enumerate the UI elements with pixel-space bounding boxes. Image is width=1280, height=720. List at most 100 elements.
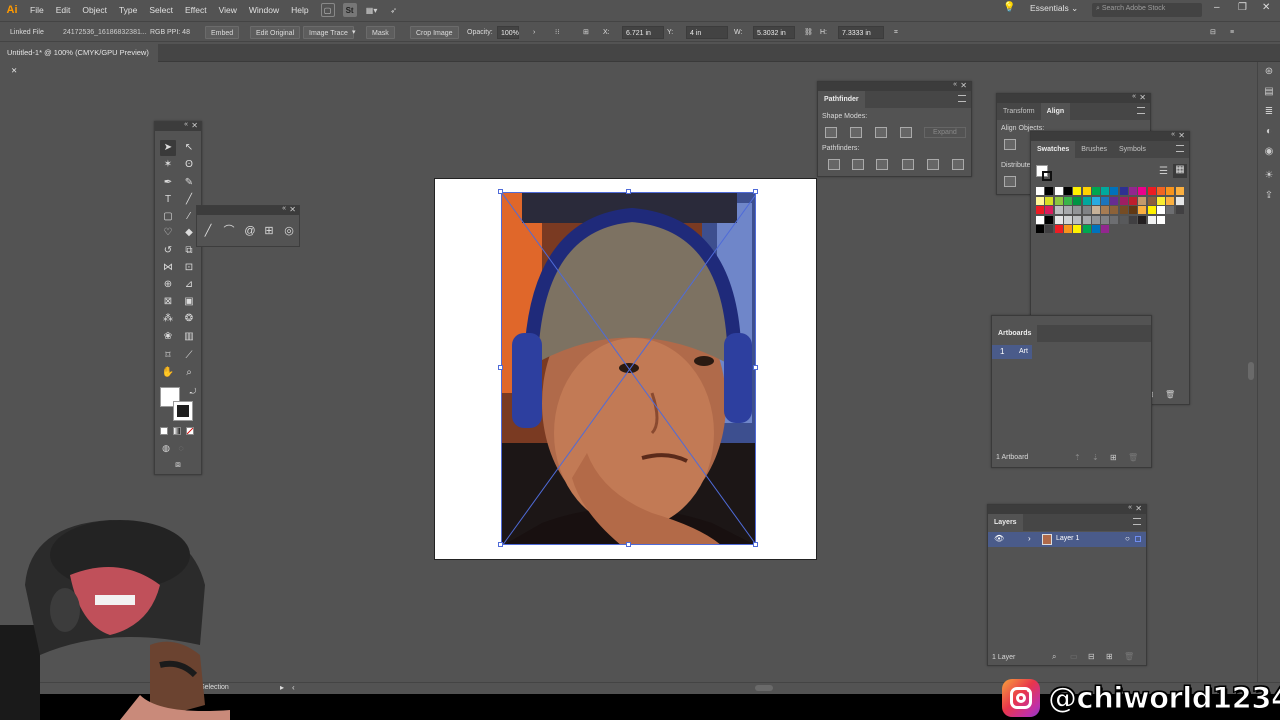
line-tool-icon[interactable]: ╱	[181, 192, 197, 208]
swatch[interactable]	[1119, 206, 1128, 214]
make-clipping-mask-icon[interactable]: ▭	[1070, 652, 1078, 661]
gradient-tool-icon[interactable]: ▣	[181, 294, 197, 310]
swatch[interactable]	[1129, 206, 1137, 214]
panel-header[interactable]: ✕ «	[818, 81, 971, 91]
shape-builder-tool-icon[interactable]: ⊕	[160, 277, 176, 293]
swatch[interactable]	[1091, 187, 1100, 195]
status-arrow-icon[interactable]: ▸	[280, 683, 284, 692]
swatch[interactable]	[1147, 206, 1156, 214]
vertical-scrollbar[interactable]	[1248, 362, 1254, 380]
swatch[interactable]	[1082, 225, 1091, 233]
swatch[interactable]	[1054, 215, 1063, 224]
opacity-arrow-icon[interactable]: ›	[533, 26, 535, 39]
collapse-icon[interactable]: «	[1132, 93, 1136, 100]
panel-menu-icon[interactable]	[1176, 145, 1184, 152]
transform-dots-icon[interactable]: ⁝⁝	[555, 26, 559, 39]
swatch[interactable]	[1129, 196, 1137, 205]
panel-menu-icon[interactable]	[1137, 107, 1145, 114]
bridge-icon[interactable]: ▢	[320, 3, 335, 17]
control-menu-icon[interactable]: ≡	[1230, 26, 1234, 39]
swatch[interactable]	[1063, 225, 1072, 233]
swatch[interactable]	[1156, 206, 1165, 214]
edit-original-button[interactable]: Edit Original	[250, 26, 301, 39]
menu-view[interactable]: View	[213, 0, 243, 20]
panel-header[interactable]: ✕ «	[1031, 131, 1189, 141]
stock-icon[interactable]: St	[342, 3, 357, 17]
menu-edit[interactable]: Edit	[50, 0, 77, 20]
swatch[interactable]	[1063, 206, 1072, 214]
swatch[interactable]	[1156, 196, 1165, 205]
menu-object[interactable]: Object	[76, 0, 113, 20]
y-input[interactable]: 4 in	[686, 26, 728, 39]
divide-icon[interactable]	[828, 159, 840, 170]
tab-layers[interactable]: Layers	[988, 514, 1023, 531]
swatch[interactable]	[1054, 225, 1063, 233]
horizontal-scrollbar-thumb[interactable]	[755, 685, 773, 691]
perspective-grid-tool-icon[interactable]: ⊿	[181, 277, 197, 293]
swatch[interactable]	[1147, 187, 1156, 195]
swatch[interactable]	[1073, 187, 1082, 195]
width-tool-icon[interactable]: ⋈	[160, 260, 176, 276]
expand-arrow-icon[interactable]: ›	[1028, 534, 1031, 543]
minus-front-icon[interactable]	[850, 127, 862, 138]
flyout-header[interactable]: ✕ «	[197, 205, 299, 215]
menu-window[interactable]: Window	[243, 0, 285, 20]
tab-swatches[interactable]: Swatches	[1031, 141, 1076, 158]
stroke-swatch[interactable]	[173, 401, 193, 421]
curvature-tool-icon[interactable]: ✎	[181, 175, 197, 191]
handle-mid-right[interactable]	[753, 365, 758, 370]
crop-icon[interactable]	[902, 159, 914, 170]
distribute-top-icon[interactable]	[1004, 176, 1016, 187]
minimize-icon[interactable]: –	[1214, 2, 1220, 13]
swatch[interactable]	[1045, 215, 1054, 224]
align-left-icon[interactable]	[1004, 139, 1016, 150]
expand-button[interactable]: Expand	[924, 127, 966, 138]
hand-tool-icon[interactable]: ✋	[160, 365, 176, 381]
pen-tool-icon[interactable]: ✒	[160, 175, 176, 191]
handle-top-left[interactable]	[498, 189, 503, 194]
close-icon[interactable]: ✕	[960, 81, 967, 90]
swatch[interactable]	[1073, 196, 1082, 205]
swatch[interactable]	[1101, 215, 1110, 224]
swatch[interactable]	[1119, 187, 1128, 195]
handle-bottom-center[interactable]	[626, 542, 631, 547]
gpu-rocket-icon[interactable]: ➶	[387, 3, 401, 17]
delete-layer-icon[interactable]: 🗑	[1124, 652, 1134, 661]
new-sublayer-icon[interactable]: ⊟	[1088, 652, 1095, 661]
swatch[interactable]	[1101, 225, 1110, 233]
swatch[interactable]	[1119, 196, 1128, 205]
swatch[interactable]	[1138, 187, 1147, 195]
outline-icon[interactable]	[927, 159, 939, 170]
h-input[interactable]: 7.3333 in	[838, 26, 884, 39]
merge-icon[interactable]	[876, 159, 888, 170]
arc-tool-icon[interactable]: ⌒	[221, 223, 237, 239]
layer-name[interactable]: Layer 1	[1056, 535, 1079, 542]
locate-object-icon[interactable]: ⌕	[1052, 652, 1056, 662]
swatch[interactable]	[1045, 225, 1054, 233]
swatch[interactable]	[1036, 196, 1044, 205]
close-icon[interactable]: ✕	[1135, 504, 1142, 513]
handle-mid-left[interactable]	[498, 365, 503, 370]
close-icon[interactable]: ✕	[289, 205, 296, 214]
blend-tool-icon[interactable]: ❂	[181, 311, 197, 327]
image-trace-dropdown-icon[interactable]: ▾	[352, 26, 356, 39]
menu-effect[interactable]: Effect	[179, 0, 213, 20]
line-segment-tool-icon[interactable]: ╱	[200, 223, 216, 239]
swatch[interactable]	[1175, 196, 1184, 205]
paintbrush-tool-icon[interactable]: ⁄	[181, 209, 197, 225]
eye-icon[interactable]: 👁	[994, 534, 1004, 543]
swatch[interactable]	[1036, 215, 1044, 224]
layers-dock-icon[interactable]: ≣	[1262, 106, 1276, 120]
swatch[interactable]	[1175, 187, 1184, 195]
swatch[interactable]	[1119, 215, 1128, 224]
panel-menu-icon[interactable]	[1133, 518, 1141, 525]
unite-icon[interactable]	[825, 127, 837, 138]
swatch[interactable]	[1091, 225, 1100, 233]
minus-back-icon[interactable]	[952, 159, 964, 170]
restore-icon[interactable]: ❐	[1238, 2, 1247, 13]
free-transform-tool-icon[interactable]: ⊡	[181, 260, 197, 276]
swatch[interactable]	[1129, 215, 1137, 224]
link-proportions-icon[interactable]: ⛓	[804, 26, 813, 39]
search-stock-input[interactable]: ⌕ Search Adobe Stock	[1092, 3, 1202, 17]
reference-point-icon[interactable]: ⊞	[583, 26, 589, 39]
